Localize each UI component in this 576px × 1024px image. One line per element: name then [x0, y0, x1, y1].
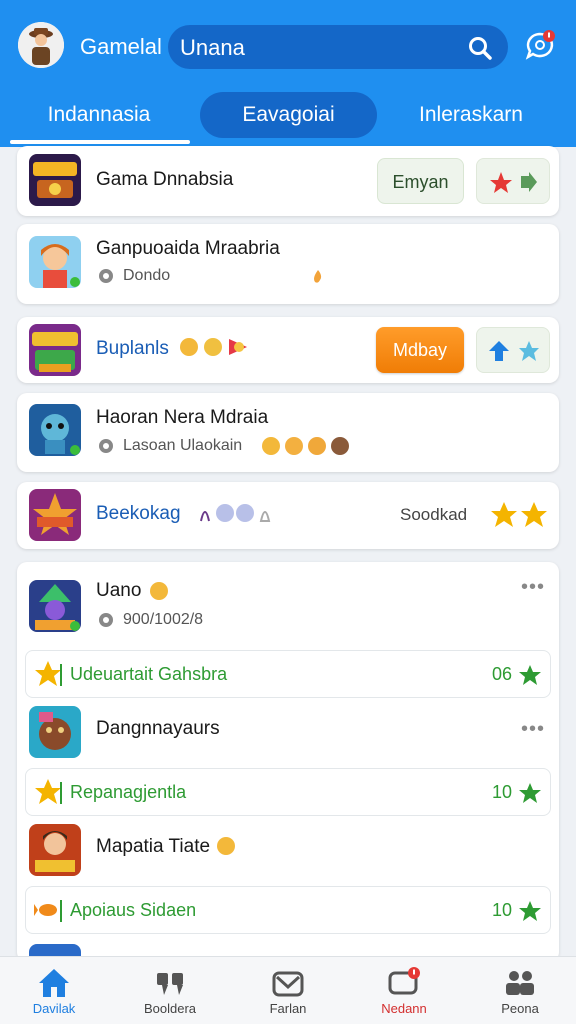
- divider: [60, 782, 62, 804]
- reward-label: Apoiaus Sidaen: [70, 900, 197, 920]
- game-title: Buplanls: [96, 338, 169, 359]
- avatar[interactable]: [18, 22, 64, 68]
- flame-icon: [314, 270, 322, 283]
- nav-label: Booldera: [143, 1001, 197, 1016]
- app-title: Gamelal: [80, 34, 162, 59]
- game-card[interactable]: Beekokag Soodkad: [17, 482, 559, 549]
- game-thumbnail: [29, 154, 81, 206]
- emoji-icon: [150, 582, 168, 600]
- star-icon: [35, 661, 61, 686]
- gamepad-icon: [99, 269, 113, 283]
- emoji-reactions-icon: [262, 437, 349, 455]
- nav-label: Nedann: [381, 1001, 427, 1016]
- reward-row[interactable]: Apoiaus Sidaen 10: [25, 886, 551, 934]
- game-card[interactable]: Haoran Nera Mdraia Lasoan Ulaokain: [17, 393, 559, 472]
- side-text: Soodkad: [400, 505, 468, 524]
- game-subtitle: Dondo: [123, 267, 171, 284]
- game-thumbnail: [29, 404, 81, 456]
- game-group-panel: Uano 900/1002/8 ••• Udeuartait Gahsbra 0…: [17, 562, 559, 962]
- tab-eavagoiai[interactable]: Eavagoiai: [200, 92, 377, 138]
- action-icons-button[interactable]: [476, 327, 550, 373]
- arrow-star-icon: [489, 341, 539, 361]
- notification-chat-icon: [388, 967, 420, 995]
- nav-item-farlan[interactable]: Farlan: [238, 963, 338, 1023]
- people-icon: [506, 971, 534, 995]
- nav-item-people[interactable]: Peona: [470, 963, 570, 1023]
- game-subtitle: Lasoan Ulaokain: [123, 437, 243, 454]
- green-star-icon: [519, 901, 541, 921]
- game-title: Haoran Nera Mdraia: [96, 407, 269, 428]
- reward-value: 10: [491, 782, 512, 802]
- active-tab-indicator: [10, 140, 190, 144]
- emoji-reactions-icon: [180, 338, 247, 356]
- game-thumbnail: [29, 324, 81, 376]
- fish-icon: [34, 904, 57, 916]
- reward-label: Repanagjentla: [70, 782, 187, 802]
- emoji-reactions-icon: [200, 504, 271, 522]
- game-card[interactable]: Gama Dnnabsia Emyan: [17, 146, 559, 216]
- app-header: Gamelal Unana Indannasia Eavagoiai Inler…: [0, 0, 576, 147]
- game-title: Uano: [96, 580, 142, 601]
- game-card[interactable]: Ganpuoaida Mraabria Dondo: [17, 224, 559, 304]
- gamepad-icon: [99, 439, 113, 453]
- game-title: Ganpuoaida Mraabria: [96, 238, 280, 259]
- tab-indannasia[interactable]: Indannasia: [14, 92, 184, 138]
- star-icon: [35, 779, 61, 804]
- green-star-icon: [519, 665, 541, 685]
- game-thumbnail: [29, 944, 81, 956]
- divider: [60, 664, 62, 686]
- game-thumbnail: [29, 236, 81, 288]
- bottom-navigation: Davilak Booldera Farlan Nedann Peona: [0, 956, 576, 1024]
- star-arrow-icon: [490, 172, 537, 193]
- reward-value: 06: [491, 664, 512, 684]
- nav-label: Peona: [501, 1001, 539, 1016]
- divider: [60, 900, 62, 922]
- game-thumbnail: [29, 824, 81, 876]
- emoji-icon: [217, 837, 235, 855]
- nav-item-booldera[interactable]: Booldera: [120, 963, 220, 1023]
- game-subtitle: 900/1002/8: [123, 611, 204, 628]
- game-title: Dangnnayaurs: [96, 718, 220, 739]
- more-options-icon[interactable]: •••: [521, 576, 545, 599]
- avatar-icon: [18, 22, 64, 68]
- game-title: Gama Dnnabsia: [96, 169, 234, 190]
- nav-item-home[interactable]: Davilak: [4, 963, 104, 1023]
- game-card[interactable]: Buplanls Mdbay: [17, 317, 559, 383]
- reward-label: Udeuartait Gahsbra: [70, 664, 228, 684]
- mail-icon: [272, 971, 304, 997]
- game-thumbnail: [29, 489, 81, 541]
- game-thumbnail: [29, 580, 81, 632]
- game-title: Mapatia Tiate: [96, 836, 211, 857]
- action-icons-button[interactable]: [476, 158, 550, 204]
- mdbay-button[interactable]: Mdbay: [376, 327, 464, 373]
- nav-label: Davilak: [32, 1001, 76, 1016]
- home-icon: [39, 969, 69, 997]
- tab-inleraskarn[interactable]: Inleraskarn: [396, 92, 546, 138]
- emyan-button[interactable]: Emyan: [377, 158, 464, 204]
- rating-stars-icon: [491, 502, 547, 527]
- search-input[interactable]: Unana: [180, 35, 245, 61]
- search-bar[interactable]: Unana: [168, 25, 508, 69]
- gamepad-icon: [99, 613, 113, 627]
- game-thumbnail: [29, 706, 81, 758]
- nav-item-nedann[interactable]: Nedann: [354, 963, 454, 1023]
- search-icon[interactable]: [466, 34, 494, 62]
- quote-icon: [157, 973, 183, 995]
- reward-row[interactable]: Repanagjentla 10: [25, 768, 551, 816]
- green-star-icon: [519, 783, 541, 803]
- more-options-icon[interactable]: •••: [521, 718, 545, 741]
- reward-value: 10: [491, 900, 512, 920]
- game-title: Beekokag: [96, 503, 181, 524]
- nav-label: Farlan: [269, 1001, 307, 1016]
- reward-row[interactable]: Udeuartait Gahsbra 06: [25, 650, 551, 698]
- chat-notification-icon[interactable]: [522, 28, 558, 64]
